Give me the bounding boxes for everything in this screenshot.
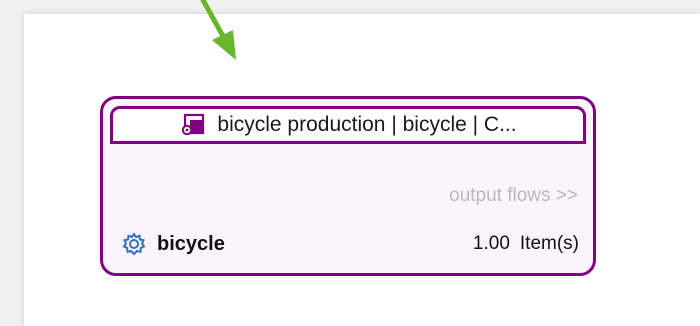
flow-amount: 1.00 [472, 233, 510, 254]
gear-icon [121, 231, 147, 257]
flow-unit: Item(s) [519, 233, 579, 254]
output-flows-toggle[interactable]: output flows >> [449, 185, 578, 207]
process-node[interactable]: bicycle production | bicycle | C... outp… [100, 96, 596, 276]
process-icon [179, 113, 207, 137]
process-node-title: bicycle production | bicycle | C... [217, 113, 517, 136]
process-node-header[interactable]: bicycle production | bicycle | C... [110, 106, 586, 144]
flow-row[interactable]: bicycle 1.00 Item(s) [121, 229, 579, 259]
flow-name: bicycle [157, 232, 225, 255]
